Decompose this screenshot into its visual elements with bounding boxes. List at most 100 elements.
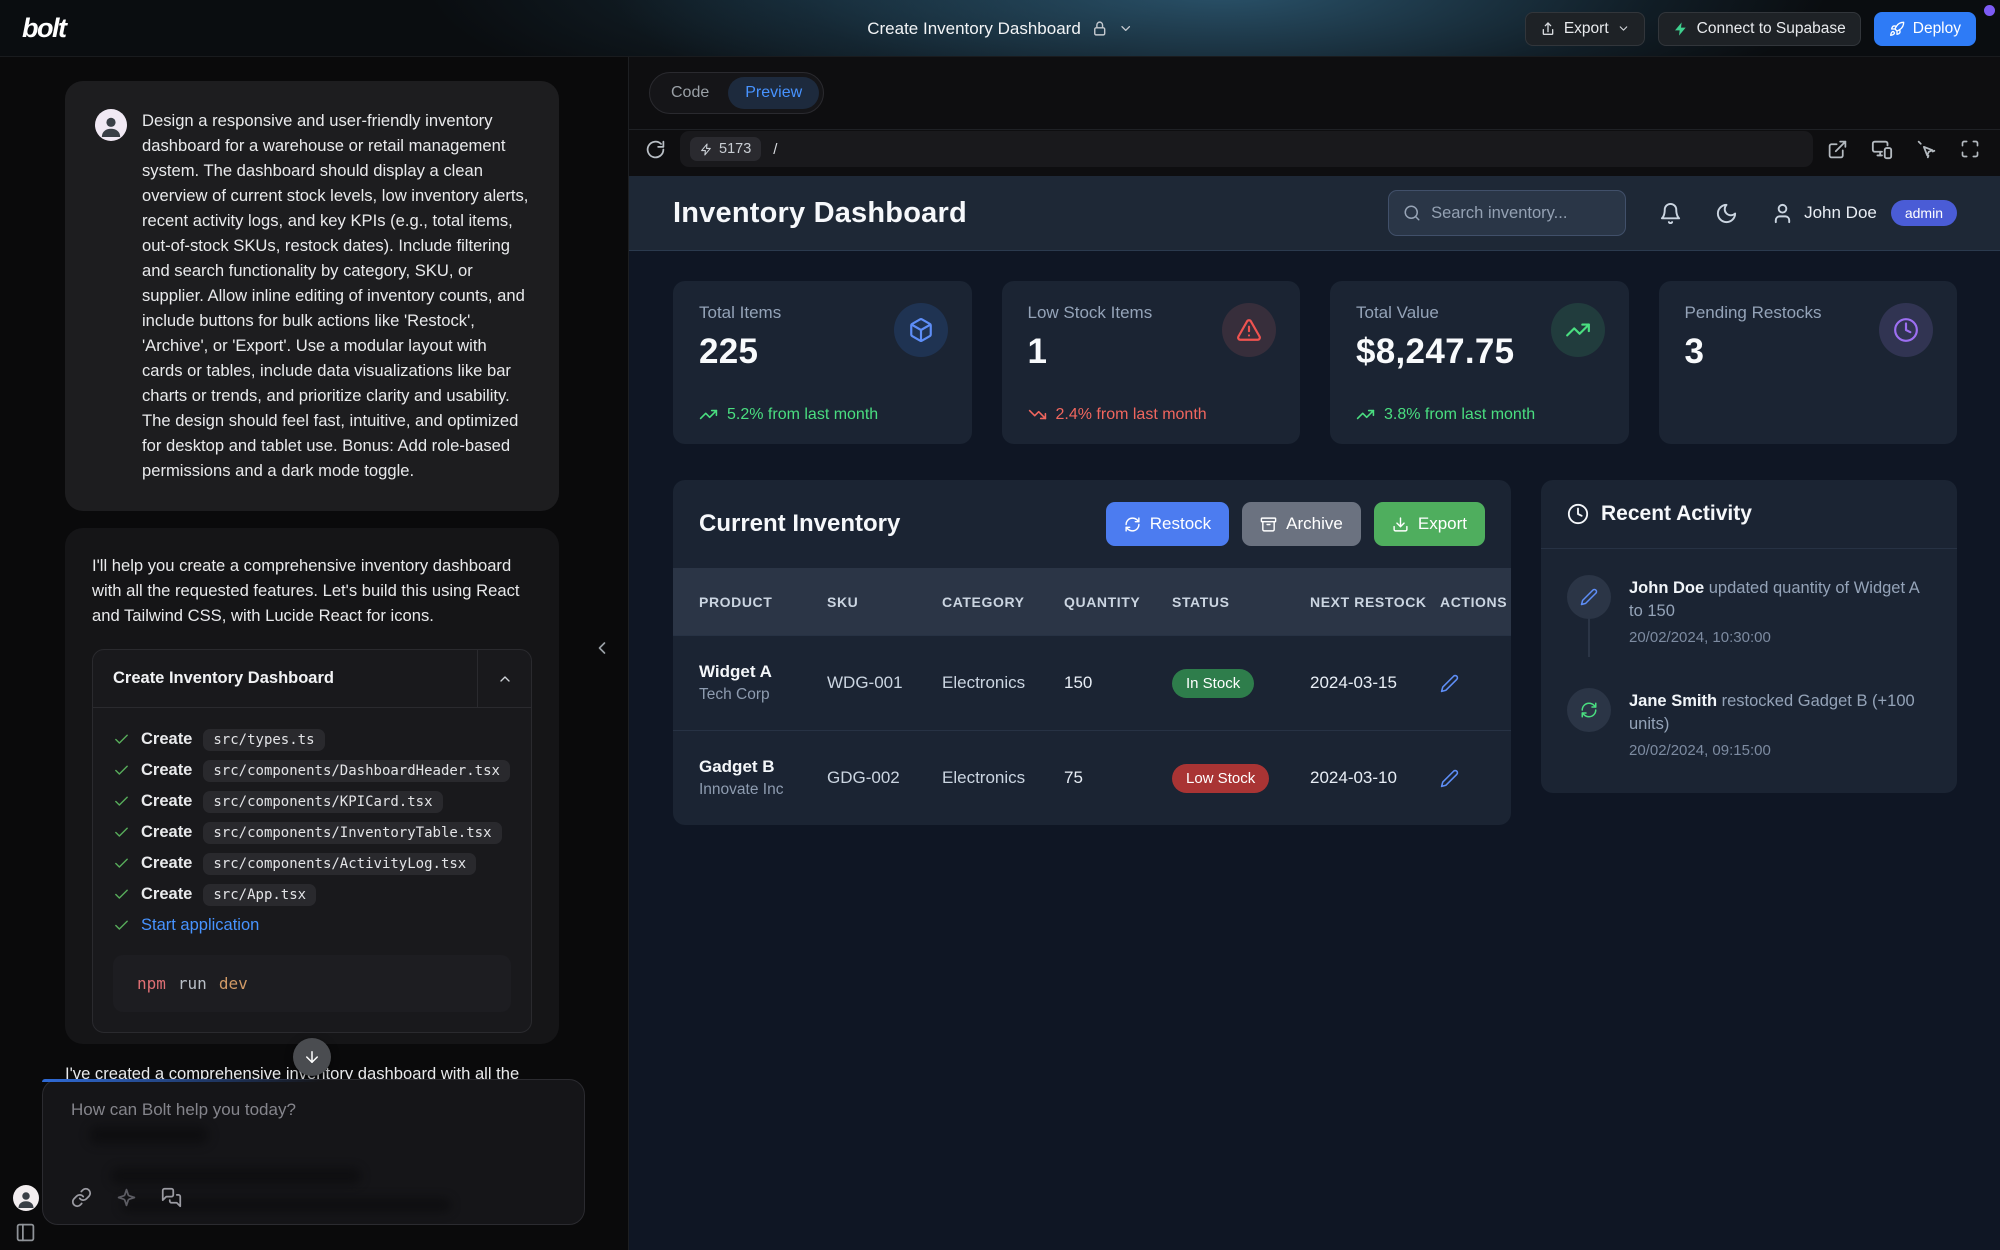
role-badge: admin — [1891, 200, 1957, 226]
file-path[interactable]: src/components/ActivityLog.tsx — [203, 853, 476, 875]
user-menu[interactable]: John Doe admin — [1771, 200, 1957, 226]
trending-up-icon — [699, 405, 718, 424]
activity-item: Jane Smith restocked Gadget B (+100 unit… — [1567, 688, 1931, 759]
port-chip[interactable]: 5173 — [690, 137, 761, 161]
archive-icon — [1260, 516, 1277, 533]
sidebar-toggle-icon[interactable] — [15, 1222, 36, 1243]
code-preview-switch: Code Preview — [649, 72, 824, 114]
search-icon — [1403, 204, 1421, 222]
collapse-chat-handle[interactable] — [592, 638, 612, 658]
table-row[interactable]: Gadget B Innovate Inc GDG-002 Electronic… — [673, 730, 1511, 825]
url-path: / — [773, 141, 777, 158]
refresh-icon — [1124, 516, 1141, 533]
redacted-text — [89, 1126, 209, 1144]
tab-preview[interactable]: Preview — [728, 77, 819, 109]
task-collapse-button[interactable] — [477, 650, 531, 707]
kpi-card-total-items: Total Items 225 5.2% from last month — [673, 281, 972, 444]
edit-pencil-icon[interactable] — [1440, 769, 1473, 788]
user-prompt-text: Design a responsive and user-friendly in… — [142, 108, 531, 483]
file-path[interactable]: src/App.tsx — [203, 884, 316, 906]
reload-icon[interactable] — [645, 139, 666, 160]
trending-up-icon — [1356, 405, 1375, 424]
task-step: Create src/components/DashboardHeader.ts… — [113, 755, 511, 786]
kpi-row: Total Items 225 5.2% from last month Low… — [673, 281, 1957, 444]
archive-button[interactable]: Archive — [1242, 502, 1361, 546]
edit-pencil-icon — [1567, 575, 1611, 619]
check-icon — [113, 731, 130, 748]
deploy-button[interactable]: Deploy — [1874, 12, 1976, 46]
chat-input[interactable] — [71, 1100, 551, 1120]
file-path[interactable]: src/components/InventoryTable.tsx — [203, 822, 501, 844]
file-path[interactable]: src/components/DashboardHeader.tsx — [203, 760, 510, 782]
check-icon — [113, 855, 130, 872]
redacted-text — [111, 1168, 361, 1184]
chevron-up-icon — [497, 671, 513, 687]
export-button[interactable]: Export — [1525, 12, 1645, 46]
chat-panel: Design a responsive and user-friendly in… — [0, 57, 628, 1250]
lock-icon — [1091, 20, 1108, 37]
task-step: Create src/types.ts — [113, 724, 511, 755]
start-application-link[interactable]: Start application — [141, 916, 259, 935]
restock-button[interactable]: Restock — [1106, 502, 1229, 546]
check-icon — [113, 762, 130, 779]
download-icon — [1392, 516, 1409, 533]
check-icon — [113, 886, 130, 903]
dark-mode-toggle-icon[interactable] — [1715, 202, 1738, 225]
url-field[interactable]: 5173 / — [680, 131, 1813, 167]
kpi-card-low-stock: Low Stock Items 1 2.4% from last month — [1002, 281, 1301, 444]
port-bolt-icon — [700, 143, 713, 156]
notification-dot — [1984, 5, 1995, 16]
file-path[interactable]: src/components/KPICard.tsx — [203, 791, 442, 813]
recent-activity-card: Recent Activity John Doe updated quantit… — [1541, 480, 1957, 793]
trending-up-icon — [1551, 303, 1605, 357]
task-card-title: Create Inventory Dashboard — [93, 650, 477, 707]
task-step: Create src/components/InventoryTable.tsx — [113, 817, 511, 848]
kpi-card-pending-restocks: Pending Restocks 3 — [1659, 281, 1958, 444]
activity-timestamp: 20/02/2024, 10:30:00 — [1629, 629, 1931, 646]
scroll-to-bottom-button[interactable] — [293, 1038, 331, 1076]
status-badge: Low Stock — [1172, 764, 1269, 793]
export-csv-button[interactable]: Export — [1374, 502, 1485, 546]
task-card: Create Inventory Dashboard Create src/ty… — [92, 649, 532, 1033]
open-external-icon[interactable] — [1827, 139, 1848, 160]
chat-input-box[interactable] — [42, 1079, 585, 1225]
inventory-title: Current Inventory — [699, 510, 900, 538]
assistant-intro-text: I'll help you create a comprehensive inv… — [92, 553, 532, 628]
table-row[interactable]: Widget A Tech Corp WDG-001 Electronics 1… — [673, 635, 1511, 730]
bolt-logo: bolt — [22, 13, 65, 44]
chevron-down-icon — [1617, 22, 1630, 35]
deploy-label: Deploy — [1913, 20, 1961, 38]
tab-code[interactable]: Code — [654, 77, 726, 109]
check-icon — [113, 793, 130, 810]
connect-supabase-button[interactable]: Connect to Supabase — [1658, 12, 1861, 46]
project-title-menu[interactable]: Create Inventory Dashboard — [867, 0, 1133, 57]
check-icon — [113, 917, 130, 934]
task-step-start: Start application — [113, 910, 511, 941]
edit-pencil-icon[interactable] — [1440, 674, 1473, 693]
status-badge: In Stock — [1172, 669, 1254, 698]
device-preview-icon[interactable] — [1871, 138, 1893, 160]
trending-down-icon — [1028, 405, 1047, 424]
user-name: John Doe — [1804, 203, 1877, 223]
account-avatar[interactable] — [13, 1185, 39, 1211]
chevron-down-icon — [1118, 21, 1133, 36]
dashboard-title: Inventory Dashboard — [673, 197, 967, 230]
chat-mode-icon[interactable] — [161, 1187, 182, 1208]
inventory-search-box[interactable] — [1388, 190, 1626, 236]
inventory-table: PRODUCT SKU CATEGORY QUANTITY STATUS NEX… — [673, 568, 1511, 825]
activity-title: Recent Activity — [1601, 502, 1752, 526]
fullscreen-icon[interactable] — [1960, 139, 1980, 159]
user-icon — [1771, 202, 1794, 225]
inventory-search-input[interactable] — [1431, 204, 1591, 223]
activity-timestamp: 20/02/2024, 09:15:00 — [1629, 742, 1931, 759]
attach-link-icon[interactable] — [71, 1187, 92, 1208]
package-icon — [894, 303, 948, 357]
rocket-icon — [1889, 21, 1905, 37]
sparkles-icon[interactable] — [116, 1187, 137, 1208]
top-bar: bolt Create Inventory Dashboard Export C… — [0, 0, 2000, 57]
user-message: Design a responsive and user-friendly in… — [65, 81, 559, 511]
inspector-cursor-icon[interactable] — [1916, 139, 1937, 160]
file-path[interactable]: src/types.ts — [203, 729, 324, 751]
preview-url-bar: 5173 / — [629, 130, 2000, 176]
bell-icon[interactable] — [1659, 202, 1682, 225]
